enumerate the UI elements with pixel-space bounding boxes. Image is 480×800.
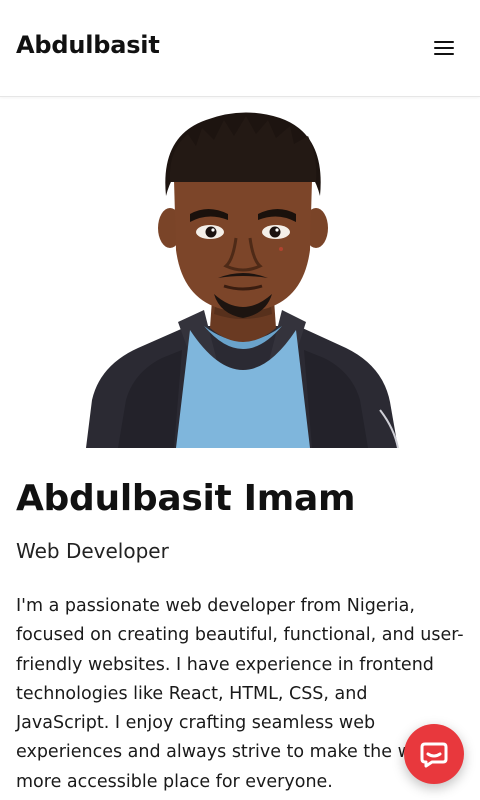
site-header: Abdulbasit — [0, 0, 480, 97]
hamburger-menu-icon — [434, 41, 454, 55]
profile-bio: I'm a passionate web developer from Nige… — [16, 596, 464, 792]
chat-widget-button[interactable] — [404, 724, 464, 784]
profile-avatar — [78, 110, 408, 448]
menu-button[interactable] — [428, 36, 460, 60]
profile-name: Abdulbasit Imam — [16, 478, 356, 519]
chat-bubble-icon — [420, 742, 448, 768]
profile-role: Web Developer — [16, 539, 169, 563]
brand-logo[interactable]: Abdulbasit — [16, 31, 160, 59]
